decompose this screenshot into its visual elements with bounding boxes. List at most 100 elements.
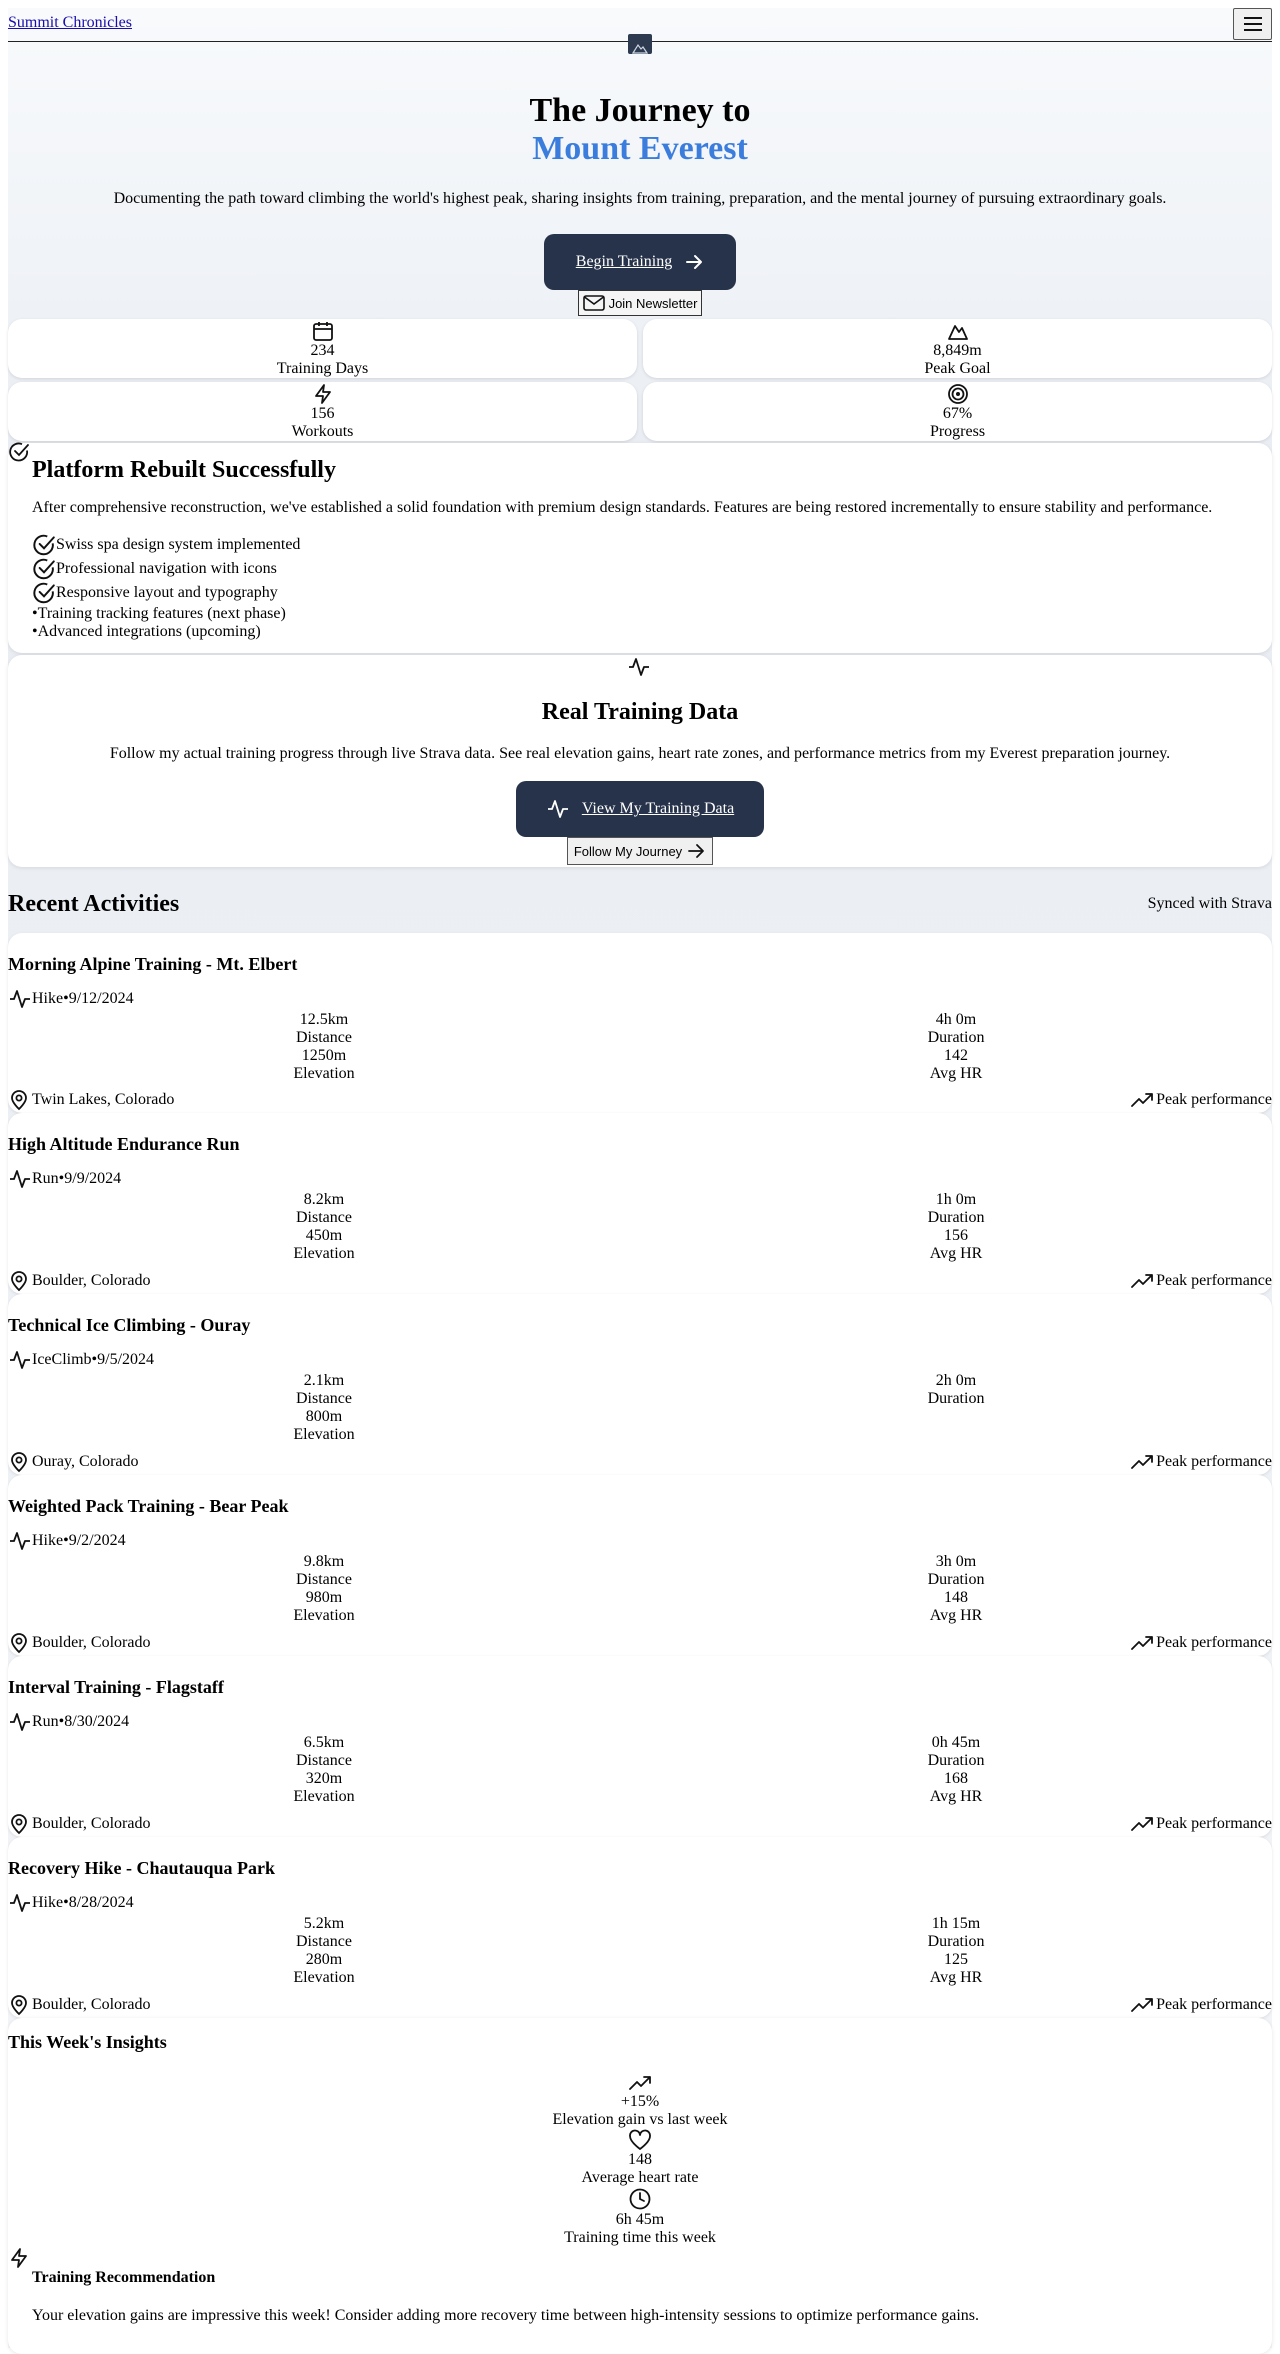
activity-card[interactable]: Weighted Pack Training - Bear Peak Hike • 9…	[8, 1475, 1272, 1656]
activity-meta: Run • 9/9/2024	[8, 1167, 1272, 1191]
activity-footer: Boulder, Colorado Peak performance	[8, 1994, 1272, 2016]
distance-label: Distance	[296, 1209, 352, 1226]
activity-metrics: 9.8km Distance 980m Elevation 3h 0m Duration 1…	[8, 1553, 1272, 1625]
stat-training-days: 234 Training Days	[8, 319, 637, 378]
activity-meta: Run • 8/30/2024	[8, 1710, 1272, 1734]
rebuilt-title: Platform Rebuilt Successfully	[32, 457, 336, 483]
duration-value: 1h 15m	[931, 1915, 981, 1932]
follow-journey-label: Follow My Journey	[573, 843, 683, 859]
metrics-right: 1h 0m Duration 156 Avg HR	[640, 1191, 1272, 1263]
activity-card[interactable]: Interval Training - Flagstaff Run • 8/30/20…	[8, 1656, 1272, 1837]
trending-up-icon	[628, 2073, 652, 2093]
map-pin-icon	[8, 1270, 30, 1292]
upcoming-item: •Advanced integrations (upcoming)	[32, 623, 261, 640]
insight-elevation: +15% Elevation gain vs last week	[8, 2073, 1272, 2129]
stat-value: 67%	[942, 405, 973, 422]
calendar-icon	[312, 319, 334, 342]
activity-meta: IceClimb • 9/5/2024	[8, 1348, 1272, 1372]
synced-status: Synced with Strava	[1147, 895, 1272, 912]
elevation-label: Elevation	[293, 1969, 355, 1986]
strava-description: Follow my actual training progress throu…	[109, 745, 1171, 762]
checklist-label: Responsive layout and typography	[56, 584, 278, 601]
stat-value: 8,849m	[933, 342, 982, 359]
distance-label: Distance	[296, 1933, 352, 1950]
stat-label: Training Days	[276, 360, 369, 377]
activity-meta: Hike • 9/2/2024	[8, 1529, 1272, 1553]
map-pin-icon	[8, 1089, 30, 1111]
location-label: Ouray, Colorado	[32, 1453, 139, 1470]
activity-footer: Ouray, Colorado Peak performance	[8, 1451, 1272, 1473]
elevation-label: Elevation	[293, 1426, 355, 1443]
metrics-right: 1h 15m Duration 125 Avg HR	[640, 1915, 1272, 1987]
performance-badge: Peak performance	[1130, 1091, 1272, 1109]
location-label: Boulder, Colorado	[32, 1996, 151, 2013]
activity-date: 9/9/2024	[64, 1170, 122, 1187]
metrics-right: 2h 0m Duration	[640, 1372, 1272, 1444]
duration-value: 4h 0m	[935, 1011, 977, 1028]
activity-date: 9/2/2024	[68, 1532, 126, 1549]
duration-label: Duration	[927, 1752, 985, 1769]
activity-title: Weighted Pack Training - Bear Peak	[8, 1496, 289, 1516]
zap-icon	[312, 382, 334, 405]
activity-date: 8/30/2024	[64, 1713, 130, 1730]
rebuilt-description: After comprehensive reconstruction, we'v…	[32, 499, 1213, 516]
distance-label: Distance	[296, 1752, 352, 1769]
location: Twin Lakes, Colorado	[8, 1089, 174, 1111]
recent-activities-title: Recent Activities	[8, 890, 180, 917]
activity-metrics: 5.2km Distance 280m Elevation 1h 15m Duration…	[8, 1915, 1272, 1987]
map-pin-icon	[8, 1994, 30, 2016]
elevation-label: Elevation	[293, 1065, 355, 1082]
hero-section: The Journey to Mount Everest Documenting…	[8, 42, 1272, 317]
brand-link[interactable]: Summit Chronicles	[8, 14, 132, 32]
elevation-value: 800m	[305, 1408, 343, 1425]
activity-footer: Boulder, Colorado Peak performance	[8, 1632, 1272, 1654]
zap-icon	[8, 2247, 30, 2269]
stat-workouts: 156 Workouts	[8, 382, 637, 441]
join-newsletter-button[interactable]: Join Newsletter	[577, 290, 703, 316]
duration-label: Duration	[927, 1029, 985, 1046]
trending-up-icon	[1130, 1997, 1154, 2013]
menu-button[interactable]	[1233, 8, 1272, 40]
duration-value: 0h 45m	[931, 1734, 981, 1751]
target-icon	[947, 382, 969, 405]
arrow-right-icon	[684, 252, 704, 272]
hr-label: Avg HR	[929, 1245, 983, 1262]
location: Ouray, Colorado	[8, 1451, 139, 1473]
trending-up-icon	[1130, 1092, 1154, 1108]
elevation-label: Elevation	[293, 1245, 355, 1262]
strava-card: Real Training Data Follow my actual trai…	[8, 655, 1272, 867]
activity-icon	[8, 1529, 32, 1553]
insights-title: This Week's Insights	[8, 2032, 167, 2052]
activity-icon	[8, 987, 32, 1011]
activity-title: Morning Alpine Training - Mt. Elbert	[8, 954, 298, 974]
recent-activities-header: Recent Activities Synced with Strava	[8, 889, 1272, 919]
activity-card[interactable]: High Altitude Endurance Run Run • 9/9/2024 8…	[8, 1113, 1272, 1294]
trending-up-icon	[1130, 1273, 1154, 1289]
begin-training-button[interactable]: Begin Training	[544, 234, 736, 290]
performance-badge: Peak performance	[1130, 1996, 1272, 2014]
activity-icon	[627, 655, 651, 679]
stat-peak-goal: 8,849m Peak Goal	[643, 319, 1272, 378]
distance-label: Distance	[296, 1571, 352, 1588]
activity-metrics: 6.5km Distance 320m Elevation 0h 45m Duration…	[8, 1734, 1272, 1806]
insight-training-time: 6h 45m Training time this week	[8, 2187, 1272, 2247]
mail-icon	[582, 294, 605, 312]
hero-title-line1: The Journey to	[529, 92, 751, 129]
follow-journey-button[interactable]: Follow My Journey	[566, 837, 714, 865]
activity-card[interactable]: Technical Ice Climbing - Ouray IceClimb • 9…	[8, 1294, 1272, 1475]
recommendation-text: Your elevation gains are impressive this…	[32, 2307, 980, 2324]
check-circle-icon	[32, 533, 56, 557]
activity-type: Hike	[32, 990, 64, 1007]
hr-value: 156	[944, 1227, 968, 1244]
location: Boulder, Colorado	[8, 1270, 150, 1292]
activity-card[interactable]: Recovery Hike - Chautauqua Park Hike • 8/28…	[8, 1837, 1272, 2018]
stat-label: Peak Goal	[924, 360, 991, 377]
hero-title-accent: Mount Everest	[532, 130, 748, 167]
activity-card[interactable]: Morning Alpine Training - Mt. Elbert Hike…	[8, 933, 1272, 1113]
duration-value: 2h 0m	[935, 1372, 977, 1389]
distance-value: 5.2km	[303, 1915, 345, 1932]
activity-date: 9/12/2024	[68, 990, 134, 1007]
view-training-data-button[interactable]: View My Training Data	[516, 781, 764, 837]
join-newsletter-label: Join Newsletter	[608, 295, 698, 311]
activity-footer: Twin Lakes, Colorado Peak performance	[8, 1089, 1272, 1111]
